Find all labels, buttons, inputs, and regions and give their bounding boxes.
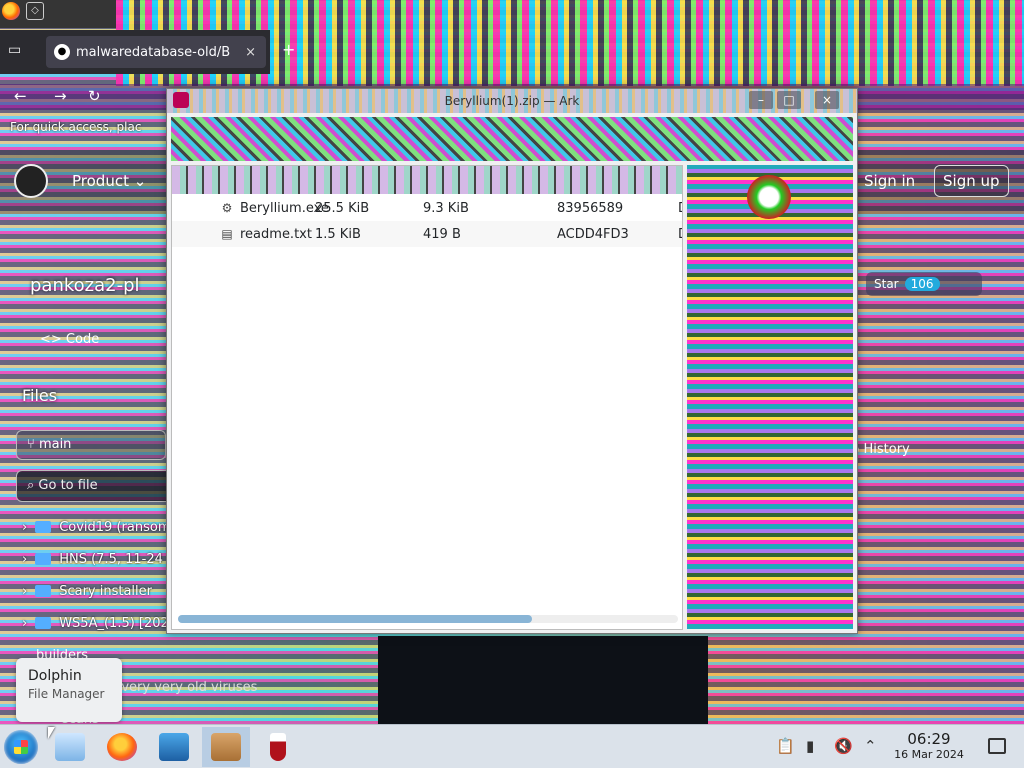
tab-code-label: Code — [65, 332, 100, 347]
reload-icon[interactable]: ↻ — [88, 87, 101, 105]
firefox-icon — [2, 2, 20, 20]
maximize-icon[interactable]: □ — [777, 91, 801, 109]
tab-list-icon[interactable]: ▭ — [8, 42, 28, 60]
compressed-size: 419 B — [423, 226, 461, 242]
star-label: Star — [874, 277, 899, 291]
wine-glass-icon — [270, 733, 286, 761]
tree-item[interactable]: › Covid19 (ransom — [22, 516, 170, 538]
files-heading: Files — [22, 386, 58, 405]
tree-item-label: Covid19 (ransom — [59, 519, 171, 535]
sign-in-link[interactable]: Sign in — [864, 172, 915, 190]
product-label: Product — [72, 172, 129, 190]
folder-icon — [35, 617, 52, 629]
tree-item[interactable]: › WS5A_(1.5) [2022 — [22, 612, 177, 634]
ark-titlebar[interactable]: Beryllium(1).zip — Ark – □ × — [167, 89, 857, 113]
tab-title: malwaredatabase-old/B — [76, 44, 231, 60]
browser-tab-bar: ▭ ● malwaredatabase-old/B × — [0, 30, 270, 74]
tooltip-subtitle: File Manager — [28, 687, 105, 701]
glitch-artifact — [687, 165, 853, 629]
tree-item-label: HNS (7.5, 11-24 — [59, 551, 163, 567]
browser-tab[interactable]: ● malwaredatabase-old/B × — [46, 36, 266, 68]
glitch-artifact — [378, 636, 708, 724]
taskbar-system-monitor[interactable] — [150, 727, 198, 767]
dolphin-tooltip: Dolphin File Manager — [16, 658, 122, 722]
mouse-cursor-icon — [48, 727, 55, 739]
battery-icon[interactable]: ▮ — [806, 737, 814, 755]
firefox-icon — [107, 733, 137, 761]
monitor-icon — [159, 733, 189, 761]
file-name-cell: ▤ readme.txt — [220, 226, 312, 242]
scrollbar-thumb[interactable] — [178, 615, 532, 623]
truncated-cell: D — [678, 201, 682, 216]
ark-toolbar[interactable] — [171, 117, 853, 161]
compressed-size: 9.3 KiB — [423, 200, 469, 216]
archive-logo-icon — [747, 175, 791, 219]
taskbar: 📋 ▮ 🔇 ⌃ 06:29 16 Mar 2024 — [0, 724, 1024, 768]
horizontal-scrollbar[interactable] — [178, 615, 678, 623]
star-count: 106 — [904, 277, 940, 291]
file-list-header[interactable] — [172, 166, 682, 194]
chevron-up-icon[interactable]: ⌃ — [864, 737, 877, 755]
table-row[interactable]: ⚙ Beryllium.exe 25.5 KiB 9.3 KiB 8395658… — [172, 195, 682, 221]
forward-icon[interactable]: → — [54, 87, 67, 105]
folder-icon — [35, 521, 52, 533]
bookmarks-hint: For quick access, plac — [10, 120, 142, 134]
tooltip-title: Dolphin — [28, 668, 82, 684]
taskbar-wine[interactable] — [254, 727, 302, 767]
ark-window: Beryllium(1).zip — Ark – □ × ⚙ Beryllium… — [166, 88, 858, 634]
tab-code[interactable]: <> Code — [40, 332, 99, 347]
close-icon[interactable]: × — [815, 91, 839, 109]
volume-muted-icon[interactable]: 🔇 — [834, 737, 853, 755]
truncated-cell: D — [678, 227, 682, 242]
go-to-file-label: Go to file — [38, 478, 98, 493]
history-label: History — [863, 442, 910, 457]
folder-icon — [35, 553, 52, 565]
tree-item[interactable]: › Scary installer — [22, 580, 152, 602]
file-size: 1.5 KiB — [315, 226, 361, 242]
crc-value: 83956589 — [557, 200, 624, 216]
star-button[interactable]: Star 106 — [866, 272, 982, 296]
diamond-icon[interactable]: ◇ — [26, 2, 44, 20]
product-menu[interactable]: Product ⌄ — [72, 172, 146, 190]
github-logo-icon[interactable] — [14, 164, 48, 198]
repo-name[interactable]: pankoza2-pl — [30, 275, 140, 296]
archive-file-list: ⚙ Beryllium.exe 25.5 KiB 9.3 KiB 8395658… — [171, 165, 683, 630]
file-name: readme.txt — [240, 226, 312, 242]
new-tab-button[interactable]: + — [282, 40, 295, 59]
gear-icon: ⚙ — [221, 201, 233, 215]
archive-box-icon — [211, 733, 241, 761]
tree-item[interactable]: › HNS (7.5, 11-24 — [22, 548, 163, 570]
tree-item-label: WS5A_(1.5) [2022 — [59, 615, 178, 631]
back-icon[interactable]: ← — [14, 87, 27, 105]
show-desktop-button[interactable] — [988, 738, 1006, 754]
sign-up-button[interactable]: Sign up — [934, 165, 1009, 197]
file-name-cell: ⚙ Beryllium.exe — [220, 200, 329, 216]
table-row[interactable]: ▤ readme.txt 1.5 KiB 419 B ACDD4FD3 D — [172, 221, 682, 247]
github-icon: ● — [54, 44, 70, 60]
clock-time: 06:29 — [907, 730, 951, 748]
go-to-file-input[interactable]: ⌕ Go to file — [16, 470, 176, 502]
text-file-icon: ▤ — [221, 227, 233, 241]
branch-selector[interactable]: ⑂ main — [16, 430, 166, 460]
tree-item-label: Scary installer — [59, 583, 152, 599]
close-tab-icon[interactable]: × — [245, 45, 256, 60]
start-menu-button[interactable] — [4, 730, 38, 764]
folder-icon — [35, 585, 52, 597]
crc-value: ACDD4FD3 — [557, 226, 629, 242]
clock-date: 16 Mar 2024 — [894, 748, 964, 761]
clipboard-icon[interactable]: 📋 — [776, 737, 795, 755]
branch-name: main — [38, 437, 72, 452]
file-size: 25.5 KiB — [315, 200, 370, 216]
minimize-icon[interactable]: – — [749, 91, 773, 109]
taskbar-ark[interactable] — [202, 727, 250, 767]
clock[interactable]: 06:29 16 Mar 2024 — [886, 730, 972, 761]
taskbar-firefox[interactable] — [98, 727, 146, 767]
browser-titlebar: ◇ — [0, 0, 116, 28]
folder-icon — [55, 733, 85, 761]
